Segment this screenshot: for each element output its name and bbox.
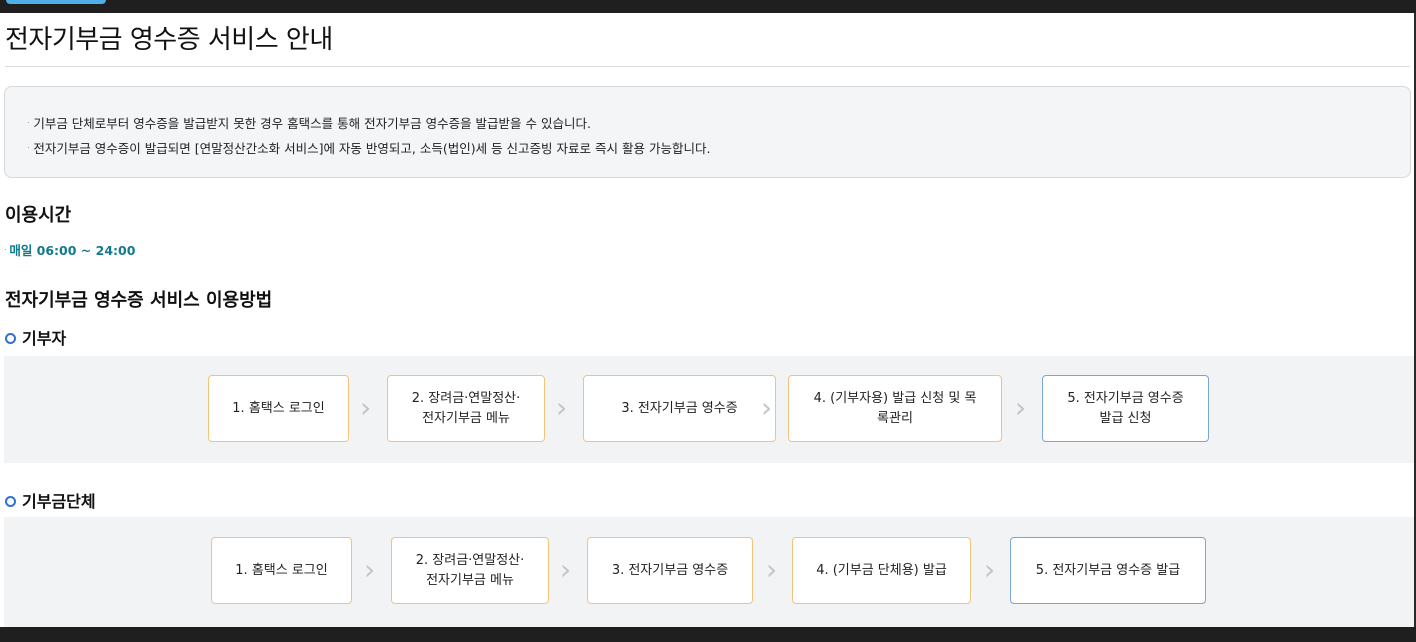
chevron-right-icon: › xyxy=(1015,391,1027,424)
chevron-right-icon: › xyxy=(761,391,773,424)
org-step-2[interactable]: 2. 장려금·연말정산· 전자기부금 메뉴 xyxy=(391,537,549,604)
ring-bullet-icon xyxy=(5,333,16,344)
bullet-dot-icon: ᐧ xyxy=(4,246,7,256)
active-tab-indicator[interactable] xyxy=(6,0,106,4)
notice-box: ᐧ 기부금 단체로부터 영수증을 발급받지 못한 경우 홈택스를 통해 전자기부금… xyxy=(4,86,1411,178)
donor-step-2[interactable]: 2. 장려금·연말정산· 전자기부금 메뉴 xyxy=(387,375,545,442)
org-heading: 기부금단체 xyxy=(5,488,96,512)
chevron-right-icon: › xyxy=(360,391,372,424)
notice-line-2: ᐧ 전자기부금 영수증이 발급되면 [연말정산간소화 서비스]에 자동 반영되고,… xyxy=(27,138,710,157)
donor-steps-flow: 1. 홈택스 로그인 › 2. 장려금·연말정산· 전자기부금 메뉴 › 3. … xyxy=(4,356,1414,463)
hours-text: 매일 06:00 ~ 24:00 xyxy=(9,243,136,258)
org-step-5[interactable]: 5. 전자기부금 영수증 발급 xyxy=(1010,537,1206,604)
org-heading-label: 기부금단체 xyxy=(22,492,96,511)
org-step-3[interactable]: 3. 전자기부금 영수증 xyxy=(587,537,753,604)
donor-step-3[interactable]: 3. 전자기부금 영수증 xyxy=(583,375,776,442)
donor-step-5[interactable]: 5. 전자기부금 영수증 발급 신청 xyxy=(1042,375,1209,442)
chevron-right-icon: › xyxy=(984,553,996,586)
hours-value: ᐧ 매일 06:00 ~ 24:00 xyxy=(4,240,135,259)
hours-heading: 이용시간 xyxy=(5,205,72,226)
donor-heading-label: 기부자 xyxy=(22,329,67,348)
notice-text-1: 기부금 단체로부터 영수증을 발급받지 못한 경우 홈택스를 통해 전자기부금 … xyxy=(33,116,591,131)
bullet-dot-icon: ᐧ xyxy=(27,119,30,129)
bullet-dot-icon: ᐧ xyxy=(27,144,30,154)
title-divider xyxy=(5,66,1410,67)
notice-text-2: 전자기부금 영수증이 발급되면 [연말정산간소화 서비스]에 자동 반영되고, … xyxy=(33,141,711,156)
donor-step-4[interactable]: 4. (기부자용) 발급 신청 및 목 록관리 xyxy=(788,375,1002,442)
chevron-right-icon: › xyxy=(364,553,376,586)
chevron-right-icon: › xyxy=(556,391,568,424)
org-step-4[interactable]: 4. (기부금 단체용) 발급 xyxy=(792,537,971,604)
notice-line-1: ᐧ 기부금 단체로부터 영수증을 발급받지 못한 경우 홈택스를 통해 전자기부금… xyxy=(27,113,591,132)
org-step-1[interactable]: 1. 홈택스 로그인 xyxy=(211,537,352,604)
org-steps-flow: 1. 홈택스 로그인 › 2. 장려금·연말정산· 전자기부금 메뉴 › 3. … xyxy=(4,517,1414,627)
ring-bullet-icon xyxy=(5,496,16,507)
page-content: 전자기부금 영수증 서비스 안내 ᐧ 기부금 단체로부터 영수증을 발급받지 못한… xyxy=(0,13,1414,627)
method-heading: 전자기부금 영수증 서비스 이용방법 xyxy=(5,290,273,311)
chevron-right-icon: › xyxy=(766,553,778,586)
donor-step-1[interactable]: 1. 홈택스 로그인 xyxy=(208,375,349,442)
donor-heading: 기부자 xyxy=(5,325,66,349)
page-title: 전자기부금 영수증 서비스 안내 xyxy=(5,25,333,55)
browser-top-bar xyxy=(0,0,1416,13)
chevron-right-icon: › xyxy=(560,553,572,586)
browser-bottom-bar xyxy=(0,627,1416,642)
